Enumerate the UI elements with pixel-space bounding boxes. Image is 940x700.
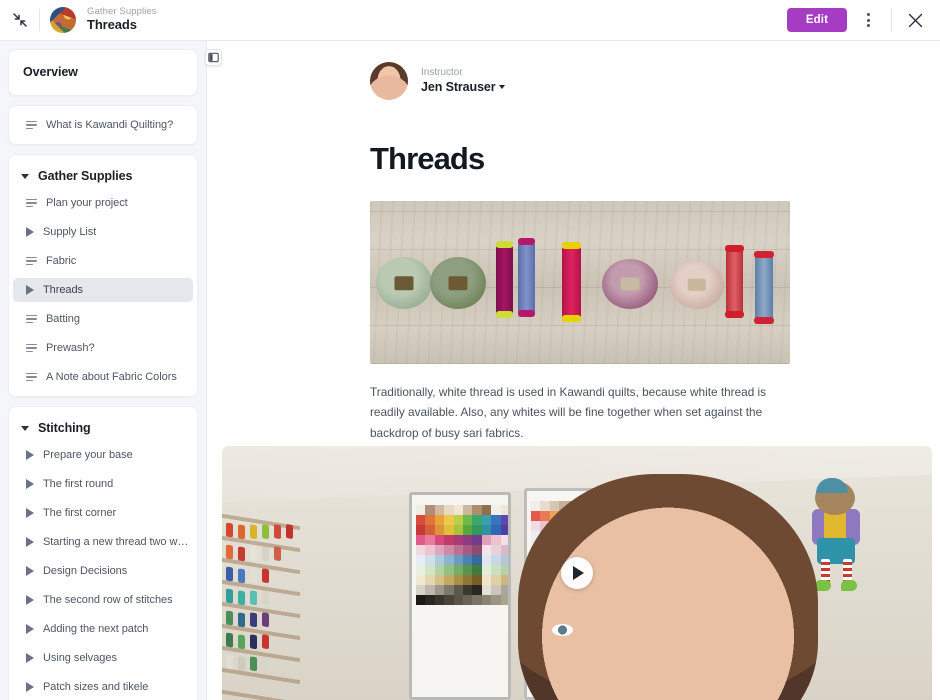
sidebar-card-overview[interactable]: Overview xyxy=(8,49,198,96)
video-lesson-icon xyxy=(26,285,34,295)
sidebar-item-label: Prepare your base xyxy=(43,449,133,461)
sidebar-item-label: A Note about Fabric Colors xyxy=(46,371,177,383)
sidebar-item-overview[interactable]: Overview xyxy=(9,65,197,79)
lesson-video-player[interactable] xyxy=(222,446,932,700)
video-lesson-icon xyxy=(26,653,34,663)
sidebar-item-the-first-round[interactable]: The first round xyxy=(13,472,193,496)
text-lesson-icon xyxy=(26,372,37,382)
sidebar-group-title: Gather Supplies xyxy=(38,169,133,183)
header-divider-2 xyxy=(891,8,892,32)
kebab-menu-icon[interactable] xyxy=(853,5,883,35)
instructor-name-text: Jen Strauser xyxy=(421,80,496,95)
sidebar-item-a-note-about-fabric-colors[interactable]: A Note about Fabric Colors xyxy=(13,365,193,389)
close-icon[interactable] xyxy=(900,5,930,35)
sidebar-item-using-selvages[interactable]: Using selvages xyxy=(13,646,193,670)
swatch-grid xyxy=(416,505,508,645)
text-lesson-icon xyxy=(26,120,37,130)
video-lesson-icon xyxy=(26,624,34,634)
collapse-arrows-icon[interactable] xyxy=(3,3,37,37)
sidebar-item-prewash[interactable]: Prewash? xyxy=(13,336,193,360)
lesson-content: Instructor Jen Strauser Threads Traditio… xyxy=(207,41,940,700)
color-swatch-board xyxy=(409,492,511,700)
instructor-row: Instructor Jen Strauser xyxy=(207,62,940,100)
chevron-down-icon xyxy=(498,85,505,90)
course-thumbnail[interactable] xyxy=(50,7,76,33)
instructor-avatar xyxy=(370,62,408,100)
sidebar-item-what-is-kawandi-quilting[interactable]: What is Kawandi Quilting? xyxy=(13,113,193,137)
sidebar-item-label: Starting a new thread two ways xyxy=(43,536,193,548)
sidebar-item-threads[interactable]: Threads xyxy=(13,278,193,302)
instructor-name[interactable]: Jen Strauser xyxy=(421,79,505,95)
breadcrumb-current: Threads xyxy=(87,16,137,32)
sidebar-item-label: Supply List xyxy=(43,226,97,238)
sidebar-item-label: Batting xyxy=(46,313,80,325)
sidebar-group-gather-supplies[interactable]: Gather Supplies xyxy=(9,162,197,191)
sidebar-item-label: What is Kawandi Quilting? xyxy=(46,119,174,131)
video-lesson-icon xyxy=(26,537,34,547)
sidebar-item-label: The second row of stitches xyxy=(43,594,173,606)
video-lesson-icon xyxy=(26,479,34,489)
body-paragraph: Traditionally, white thread is used in K… xyxy=(370,385,767,440)
video-lesson-icon xyxy=(26,450,34,460)
page-title: Threads xyxy=(370,141,485,176)
sidebar-item-batting[interactable]: Batting xyxy=(13,307,193,331)
lesson-sidebar[interactable]: Overview What is Kawandi Quilting? Gathe… xyxy=(0,41,207,700)
chevron-down-icon xyxy=(21,425,29,431)
text-lesson-icon xyxy=(26,343,37,353)
thread-spools-photo xyxy=(370,201,790,364)
instructor-label: Instructor xyxy=(421,67,463,79)
sidebar-item-adding-the-next-patch[interactable]: Adding the next patch xyxy=(13,617,193,641)
sidebar-item-plan-your-project[interactable]: Plan your project xyxy=(13,191,193,215)
instructor-face xyxy=(518,474,818,700)
sidebar-item-design-decisions[interactable]: Design Decisions xyxy=(13,559,193,583)
sidebar-group-stitching[interactable]: Stitching xyxy=(9,414,197,443)
thread-rack xyxy=(222,511,300,700)
video-lesson-icon xyxy=(26,566,34,576)
header-divider xyxy=(39,9,40,31)
text-lesson-icon xyxy=(26,198,37,208)
sidebar-item-starting-a-new-thread-two-ways[interactable]: Starting a new thread two ways xyxy=(13,530,193,554)
top-bar: Gather Supplies Threads Edit xyxy=(0,0,940,41)
video-lesson-icon xyxy=(26,227,34,237)
sidebar-item-the-first-corner[interactable]: The first corner xyxy=(13,501,193,525)
sidebar-item-label: The first round xyxy=(43,478,114,490)
chevron-down-icon xyxy=(21,173,29,179)
sidebar-item-prepare-your-base[interactable]: Prepare your base xyxy=(13,443,193,467)
sidebar-item-supply-list[interactable]: Supply List xyxy=(13,220,193,244)
sidebar-card-intro: What is Kawandi Quilting? xyxy=(8,105,198,145)
video-lesson-icon xyxy=(26,595,34,605)
sidebar-item-label: The first corner xyxy=(43,507,117,519)
breadcrumb: Gather Supplies Threads xyxy=(87,6,157,33)
sidebar-item-label: Plan your project xyxy=(46,197,128,209)
sidebar-item-fabric[interactable]: Fabric xyxy=(13,249,193,273)
sidebar-card-gather-supplies: Gather Supplies Plan your project Supply… xyxy=(8,154,198,397)
text-lesson-icon xyxy=(26,314,37,324)
sidebar-card-stitching: Stitching Prepare your base The first ro… xyxy=(8,406,198,700)
sidebar-item-label: Adding the next patch xyxy=(43,623,149,635)
sidebar-item-label: Threads xyxy=(43,284,84,296)
video-lesson-icon xyxy=(26,682,34,692)
sidebar-item-patch-sizes-and-tikele[interactable]: Patch sizes and tikele xyxy=(13,675,193,699)
play-icon[interactable] xyxy=(561,557,593,589)
text-lesson-icon xyxy=(26,256,37,266)
sidebar-item-label: Prewash? xyxy=(46,342,95,354)
video-lesson-icon xyxy=(26,508,34,518)
edit-button[interactable]: Edit xyxy=(786,8,847,32)
header-actions: Edit xyxy=(786,5,940,35)
sidebar-toggle-icon[interactable] xyxy=(205,49,222,66)
sidebar-item-the-second-row-of-stitches[interactable]: The second row of stitches xyxy=(13,588,193,612)
sidebar-item-label: Using selvages xyxy=(43,652,117,664)
sidebar-item-label: Patch sizes and tikele xyxy=(43,681,149,693)
sidebar-item-label: Fabric xyxy=(46,255,77,267)
sidebar-item-label: Design Decisions xyxy=(43,565,128,577)
sidebar-group-title: Stitching xyxy=(38,421,91,435)
